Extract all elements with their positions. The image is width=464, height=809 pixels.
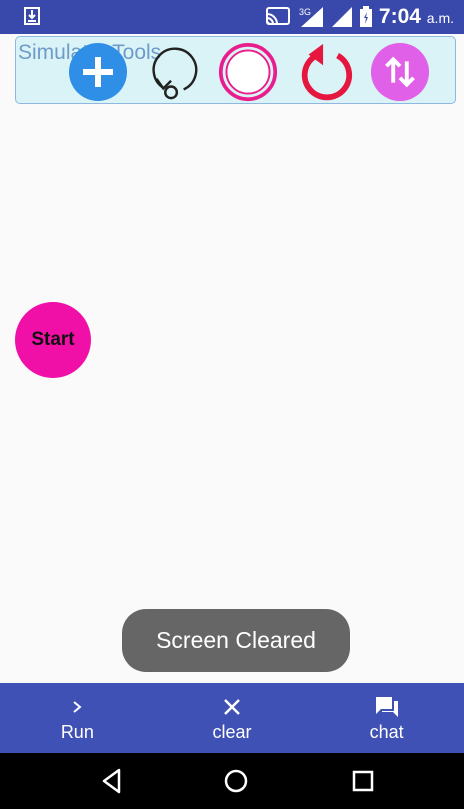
back-icon[interactable]	[99, 767, 127, 795]
cast-icon	[265, 7, 290, 25]
nav-item-run[interactable]: Run	[0, 683, 155, 753]
bottom-navigation: Run clear chat	[0, 683, 464, 753]
toast-message: Screen Cleared	[122, 609, 350, 672]
toast-text: Screen Cleared	[156, 627, 316, 653]
add-icon	[69, 43, 127, 101]
status-bar: 3G 7:04 a.m.	[0, 0, 464, 34]
nav-label-run: Run	[60, 721, 94, 742]
add-button[interactable]	[68, 42, 128, 102]
nav-label-clear: clear	[212, 721, 252, 742]
download-icon	[24, 7, 40, 25]
loop-button[interactable]	[143, 42, 203, 102]
rotate-icon	[301, 43, 353, 101]
clock: 7:04 a.m.	[379, 5, 454, 29]
simulator-tools-panel: Simulator Tools	[15, 36, 456, 104]
home-icon[interactable]	[222, 767, 250, 795]
signal-icon: 3G	[299, 7, 323, 27]
nav-item-chat[interactable]: chat	[309, 683, 464, 753]
signal-icon-2	[331, 7, 352, 27]
start-button[interactable]: Start	[15, 302, 91, 378]
chevron-right-icon	[73, 700, 82, 713]
target-button[interactable]	[218, 42, 278, 102]
nav-label-chat: chat	[369, 721, 404, 742]
loop-icon	[152, 47, 198, 100]
system-navigation-bar	[0, 753, 464, 809]
rotate-button[interactable]	[295, 42, 355, 102]
recents-icon[interactable]	[349, 767, 377, 795]
clock-suffix: a.m.	[426, 10, 454, 26]
swap-button[interactable]	[370, 42, 430, 102]
circle-target-icon	[218, 42, 278, 102]
chat-icon	[375, 696, 398, 717]
close-icon	[224, 698, 240, 715]
clock-time: 7:04	[378, 5, 421, 28]
battery-icon	[359, 6, 372, 27]
nav-item-clear[interactable]: clear	[155, 683, 310, 753]
swap-vertical-icon	[370, 42, 430, 102]
svg-text:3G: 3G	[299, 7, 311, 17]
start-button-label: Start	[31, 329, 75, 350]
